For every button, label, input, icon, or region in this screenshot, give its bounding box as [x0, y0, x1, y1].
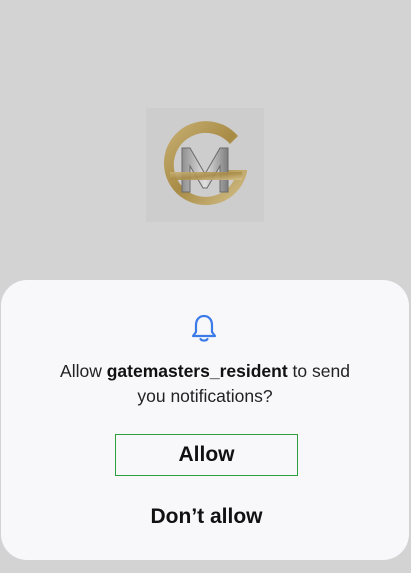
gatemasters-logo-graphic [163, 121, 247, 206]
message-prefix: Allow [60, 361, 107, 381]
dont-allow-button[interactable]: Don’t allow [115, 496, 298, 538]
permission-message: Allow gatemasters_resident to send you n… [20, 359, 390, 409]
bell-icon [188, 312, 220, 344]
message-suffix: to send [287, 361, 350, 381]
app-logo [146, 108, 264, 222]
message-line2: you notifications? [137, 386, 273, 406]
allow-button[interactable]: Allow [115, 434, 298, 476]
app-name: gatemasters_resident [106, 361, 288, 381]
